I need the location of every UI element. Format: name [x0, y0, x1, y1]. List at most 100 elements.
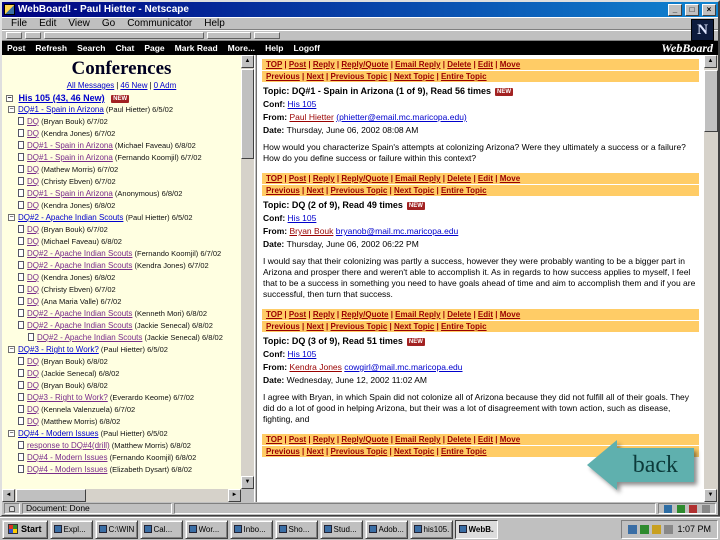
from-name-link[interactable]: Paul Hietter: [289, 112, 333, 122]
from-email-link[interactable]: bryanob@mail.mc.maricopa.edu: [336, 226, 459, 236]
wb-post-button[interactable]: Post: [7, 43, 25, 53]
msg-action-reply[interactable]: Reply: [313, 310, 335, 319]
tree-message-link[interactable]: DQ#2 - Apache Indian Scouts: [27, 309, 132, 318]
msg-action-next-topic[interactable]: Next Topic: [394, 447, 434, 456]
menu-go[interactable]: Go: [96, 18, 121, 29]
msg-action-post[interactable]: Post: [289, 174, 306, 183]
conference-link-all-messages[interactable]: All Messages: [67, 81, 115, 90]
left-hscroll-thumb[interactable]: [16, 489, 86, 502]
msg-action-edit[interactable]: Edit: [478, 310, 493, 319]
msg-action-edit[interactable]: Edit: [478, 435, 493, 444]
tree-message-link[interactable]: DQ#1 - Spain in Arizona: [27, 189, 113, 198]
msg-action-top[interactable]: TOP: [266, 60, 282, 69]
left-scroll-thumb[interactable]: [241, 69, 254, 159]
taskbar-button[interactable]: Stud...: [319, 519, 363, 539]
collapse-icon[interactable]: −: [8, 346, 15, 353]
tree-message-link[interactable]: DQ: [27, 237, 39, 246]
msg-action-next[interactable]: Next: [306, 186, 323, 195]
tree-message-link[interactable]: DQ: [27, 165, 39, 174]
scroll-right-icon[interactable]: ►: [228, 489, 241, 502]
tree-message-link[interactable]: DQ: [27, 285, 39, 294]
conf-link[interactable]: His 105: [288, 213, 317, 223]
close-button[interactable]: ×: [702, 3, 716, 16]
tree-message-link[interactable]: DQ#2 - Apache Indian Scouts: [27, 261, 132, 270]
scroll-down-icon[interactable]: ▼: [704, 489, 717, 502]
tree-message-link[interactable]: DQ: [27, 273, 39, 282]
msg-action-delete[interactable]: Delete: [447, 174, 471, 183]
msg-action-move[interactable]: Move: [500, 310, 520, 319]
tree-message-link[interactable]: DQ: [27, 177, 39, 186]
msg-action-next-topic[interactable]: Next Topic: [394, 186, 434, 195]
back-button[interactable]: back: [586, 440, 694, 490]
msg-action-edit[interactable]: Edit: [478, 60, 493, 69]
wb-logoff-button[interactable]: Logoff: [293, 43, 319, 53]
msg-action-entire-topic[interactable]: Entire Topic: [441, 72, 487, 81]
msg-action-next[interactable]: Next: [306, 322, 323, 331]
scroll-up-icon[interactable]: ▲: [241, 55, 254, 68]
msg-action-previous[interactable]: Previous: [266, 72, 300, 81]
mail-icon[interactable]: [676, 504, 685, 513]
from-email-link[interactable]: (phietter@email.mc.maricopa.edu): [336, 112, 467, 122]
msg-action-post[interactable]: Post: [289, 310, 306, 319]
composer-icon[interactable]: [689, 504, 698, 513]
taskbar-button[interactable]: Expl...: [49, 519, 93, 539]
msg-action-previous[interactable]: Previous: [266, 447, 300, 456]
msg-action-email-reply[interactable]: Email Reply: [395, 310, 440, 319]
taskbar-button[interactable]: Inbo...: [229, 519, 273, 539]
tree-message-link[interactable]: DQ: [27, 201, 39, 210]
minimize-button[interactable]: _: [668, 3, 682, 16]
start-button[interactable]: Start: [2, 519, 48, 539]
msg-action-email-reply[interactable]: Email Reply: [395, 174, 440, 183]
msg-action-move[interactable]: Move: [500, 60, 520, 69]
conference-link-46-new[interactable]: 46 New: [120, 81, 147, 90]
msg-action-post[interactable]: Post: [289, 60, 306, 69]
wb-mark-read-button[interactable]: Mark Read: [175, 43, 218, 53]
msg-action-previous[interactable]: Previous: [266, 186, 300, 195]
tree-message-link[interactable]: DQ#2 - Apache Indian Scouts: [27, 321, 132, 330]
msg-action-email-reply[interactable]: Email Reply: [395, 60, 440, 69]
conf-link[interactable]: His 105: [288, 99, 317, 109]
conf-link[interactable]: His 105: [288, 349, 317, 359]
msg-action-reply[interactable]: Reply: [313, 435, 335, 444]
msg-action-edit[interactable]: Edit: [478, 174, 493, 183]
tree-message-link[interactable]: DQ: [27, 357, 39, 366]
left-horizontal-scrollbar[interactable]: ◄ ►: [2, 489, 241, 502]
msg-action-move[interactable]: Move: [500, 435, 520, 444]
main-vertical-scrollbar[interactable]: ▲ ▼: [704, 55, 718, 502]
navigator-icon[interactable]: [663, 504, 672, 513]
tree-message-link[interactable]: DQ: [27, 117, 39, 126]
tree-message-link[interactable]: DQ: [27, 297, 39, 306]
tree-message-link[interactable]: DQ: [27, 417, 39, 426]
tree-message-link[interactable]: DQ: [27, 369, 39, 378]
msg-action-previous-topic[interactable]: Previous Topic: [331, 322, 388, 331]
taskbar-button[interactable]: C:\WIN...: [94, 519, 138, 539]
msg-action-reply-quote[interactable]: Reply/Quote: [341, 310, 388, 319]
menu-communicator[interactable]: Communicator: [121, 18, 198, 29]
wb-search-button[interactable]: Search: [77, 43, 105, 53]
tree-message-link[interactable]: DQ#2 - Apache Indian Scouts: [37, 333, 142, 342]
collapse-icon[interactable]: −: [8, 214, 15, 221]
tree-message-link[interactable]: DQ#4 - Modern Issues: [27, 465, 107, 474]
left-vertical-scrollbar[interactable]: ▲ ▼: [241, 55, 254, 489]
msg-action-reply-quote[interactable]: Reply/Quote: [341, 174, 388, 183]
taskbar-button[interactable]: Cal...: [139, 519, 183, 539]
tree-message-link[interactable]: DQ#3 - Right to Work?: [27, 393, 108, 402]
msg-action-previous-topic[interactable]: Previous Topic: [331, 447, 388, 456]
msg-action-next[interactable]: Next: [306, 447, 323, 456]
msg-action-previous-topic[interactable]: Previous Topic: [331, 186, 388, 195]
msg-action-reply[interactable]: Reply: [313, 60, 335, 69]
from-name-link[interactable]: Kendra Jones: [289, 362, 341, 372]
discussion-icon[interactable]: [702, 504, 711, 513]
msg-action-delete[interactable]: Delete: [447, 435, 471, 444]
msg-action-top[interactable]: TOP: [266, 310, 282, 319]
msg-action-entire-topic[interactable]: Entire Topic: [441, 186, 487, 195]
collapse-icon[interactable]: −: [6, 95, 13, 102]
msg-action-next[interactable]: Next: [306, 72, 323, 81]
scroll-left-icon[interactable]: ◄: [2, 489, 15, 502]
menu-edit[interactable]: Edit: [33, 18, 62, 29]
tree-message-link[interactable]: DQ#1 - Spain in Arizona: [27, 141, 113, 150]
taskbar-button[interactable]: WebB...: [454, 519, 498, 539]
msg-action-top[interactable]: TOP: [266, 174, 282, 183]
tray-icon[interactable]: [640, 524, 650, 534]
taskbar-button[interactable]: Sho...: [274, 519, 318, 539]
